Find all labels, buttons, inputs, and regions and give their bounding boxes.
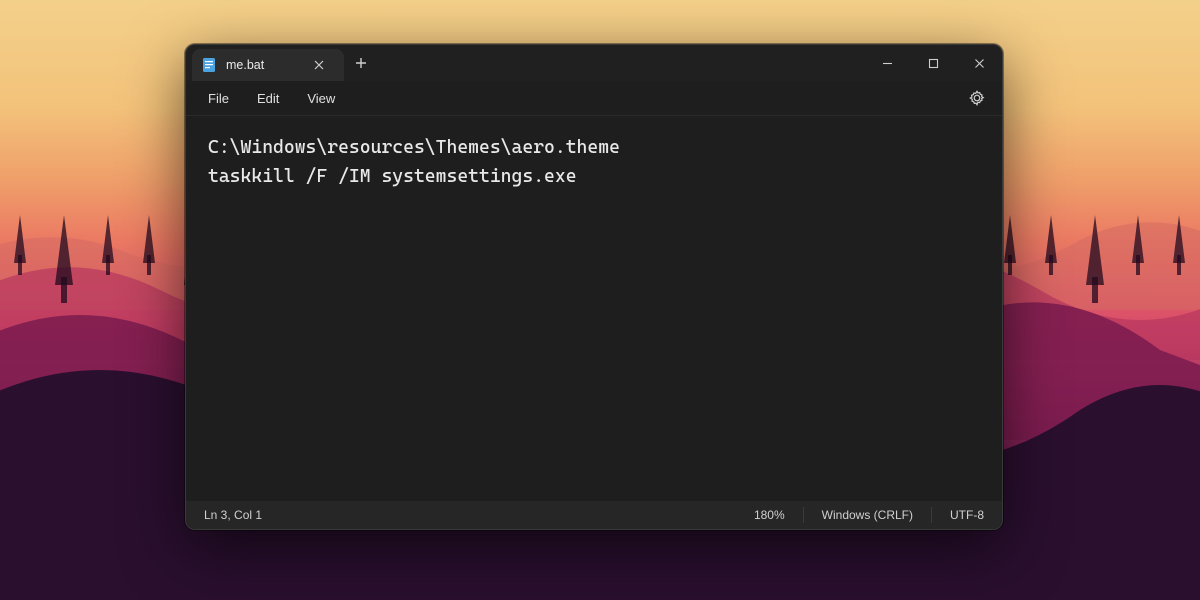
menubar: File Edit View <box>186 81 1002 116</box>
status-zoom[interactable]: 180% <box>736 501 803 529</box>
settings-button[interactable] <box>962 83 992 113</box>
statusbar: Ln 3, Col 1 180% Windows (CRLF) UTF-8 <box>186 501 1002 529</box>
close-icon <box>974 58 985 69</box>
desktop-wallpaper: me.bat File Edit View <box>0 0 1200 600</box>
minimize-button[interactable] <box>864 45 910 81</box>
menu-file[interactable]: File <box>196 87 241 110</box>
notepad-window: me.bat File Edit View <box>185 44 1003 530</box>
plus-icon <box>355 57 367 69</box>
close-icon <box>314 60 324 70</box>
tab-title: me.bat <box>226 58 264 72</box>
menu-edit[interactable]: Edit <box>245 87 291 110</box>
titlebar[interactable]: me.bat <box>186 45 1002 81</box>
status-cursor-position[interactable]: Ln 3, Col 1 <box>186 501 280 529</box>
text-editor[interactable]: C:\Windows\resources\Themes\aero.theme t… <box>186 116 1002 501</box>
editor-line: taskkill /F /IM systemsettings.exe <box>208 166 577 187</box>
tab-close-button[interactable] <box>308 54 330 76</box>
gear-icon <box>969 90 985 106</box>
maximize-button[interactable] <box>910 45 956 81</box>
status-line-ending[interactable]: Windows (CRLF) <box>804 501 931 529</box>
close-window-button[interactable] <box>956 45 1002 81</box>
menu-view[interactable]: View <box>295 87 347 110</box>
status-encoding[interactable]: UTF-8 <box>932 501 1002 529</box>
minimize-icon <box>882 58 893 69</box>
maximize-icon <box>928 58 939 69</box>
new-tab-button[interactable] <box>344 45 378 81</box>
tab-active[interactable]: me.bat <box>192 49 344 81</box>
document-icon <box>202 57 216 73</box>
editor-line: C:\Windows\resources\Themes\aero.theme <box>208 137 620 158</box>
